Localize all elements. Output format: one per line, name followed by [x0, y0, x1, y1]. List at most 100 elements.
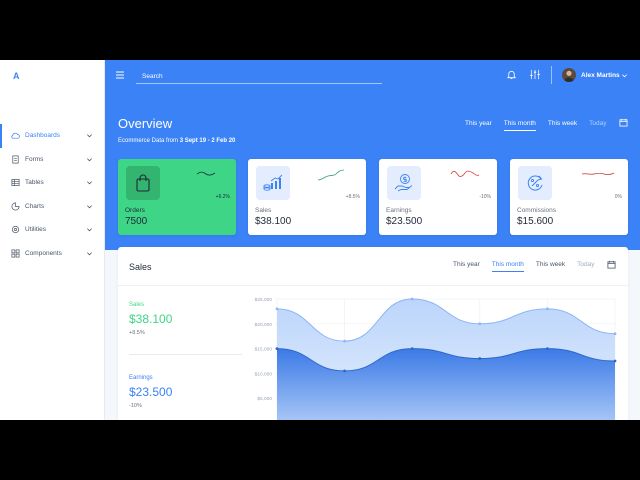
data-point[interactable]	[275, 347, 279, 350]
data-point[interactable]	[478, 357, 482, 360]
chevron-down-icon	[87, 157, 92, 161]
data-point[interactable]	[478, 322, 482, 326]
data-point[interactable]	[410, 297, 414, 301]
panel-period-tabs: This year This month This week Today	[453, 261, 607, 272]
earnings-metric-change: -10%	[129, 403, 142, 409]
tab-this-year[interactable]: This year	[453, 261, 480, 272]
metric-divider	[129, 354, 242, 355]
sidebar-item-utilities[interactable]: Utilities	[0, 218, 105, 242]
sliders-icon[interactable]	[529, 69, 541, 80]
chart-icon	[11, 202, 20, 211]
tab-this-year[interactable]: This year	[465, 120, 492, 131]
stat-label: Sales	[255, 207, 272, 214]
data-point[interactable]	[613, 359, 617, 363]
sidebar-item-tables[interactable]: Tables	[0, 171, 105, 195]
grid-icon	[11, 249, 20, 258]
stat-value: $15.600	[517, 216, 554, 227]
sidebar-item-forms[interactable]: Forms	[0, 148, 105, 172]
app-window: A Dashboards Forms Tables Charts Utiliti…	[0, 60, 640, 420]
y-tick-label: $25,000	[255, 297, 273, 303]
tab-today[interactable]: Today	[589, 120, 606, 131]
sidebar-item-label: Components	[25, 249, 62, 257]
sidebar-item-charts[interactable]: Charts	[0, 195, 105, 219]
period-tabs: This year This month This week Today	[465, 120, 619, 131]
sparkline	[196, 171, 216, 176]
tab-this-week[interactable]: This week	[536, 261, 565, 272]
stat-value: $38.100	[255, 216, 292, 227]
brand-logo[interactable]: A	[13, 71, 20, 81]
sales-panel: Sales This year This month This week Tod…	[118, 247, 628, 420]
stat-value: 7500	[125, 216, 148, 227]
tab-this-month[interactable]: This month	[503, 120, 536, 131]
sparkline	[450, 170, 480, 177]
data-point[interactable]	[410, 347, 414, 350]
chevron-down-icon[interactable]	[621, 72, 628, 79]
stat-change: 0%	[614, 194, 622, 200]
icon-box	[387, 166, 421, 200]
data-point[interactable]	[343, 339, 346, 343]
data-point[interactable]	[546, 307, 549, 311]
user-name[interactable]: Alex Martins	[581, 72, 620, 79]
stat-label: Orders	[125, 207, 145, 214]
sidebar-item-label: Charts	[25, 202, 45, 210]
chevron-down-icon	[87, 228, 92, 232]
bell-icon[interactable]	[506, 69, 517, 80]
calendar-icon[interactable]	[607, 260, 616, 269]
stat-change: -10%	[479, 194, 491, 200]
sidebar: A Dashboards Forms Tables Charts Utiliti…	[0, 60, 105, 420]
sales-metric-value: $38.100	[129, 312, 173, 326]
table-icon	[11, 178, 20, 187]
sidebar-item-components[interactable]: Components	[0, 242, 105, 266]
sidebar-item-label: Tables	[25, 179, 44, 187]
stat-card-sales[interactable]: +8.5% Sales $38.100	[248, 159, 366, 235]
sparkline	[317, 169, 345, 181]
sidebar-item-label: Dashboards	[25, 132, 61, 140]
date-range: 3 Sept 19 - 2 Feb 20	[179, 138, 236, 144]
earnings-metric-value: $23.500	[129, 385, 173, 399]
data-point[interactable]	[343, 369, 346, 373]
tab-this-month[interactable]: This month	[491, 261, 524, 272]
chevron-down-icon	[87, 251, 92, 255]
earnings-metric-label: Earnings	[129, 375, 153, 381]
shopping-bag-icon	[136, 174, 150, 192]
icon-box	[126, 166, 160, 200]
y-tick-label: $5,000	[257, 396, 272, 402]
hamburger-menu-icon[interactable]	[115, 71, 125, 79]
tab-today[interactable]: Today	[577, 261, 594, 272]
calendar-icon[interactable]	[619, 118, 628, 127]
subtitle-prefix: Ecommerce Data from	[118, 138, 179, 144]
sidebar-item-dashboards[interactable]: Dashboards	[0, 124, 105, 148]
page-title: Overview	[118, 116, 173, 131]
stat-card-orders[interactable]: +6.2% Orders 7500	[118, 159, 236, 235]
icon-box	[518, 166, 552, 200]
settings-icon	[11, 225, 20, 234]
page-subtitle: Ecommerce Data from 3 Sept 19 - 2 Feb 20	[118, 138, 235, 144]
document-icon	[11, 155, 20, 164]
avatar[interactable]	[562, 68, 576, 82]
tab-this-week[interactable]: This week	[548, 120, 577, 131]
stat-label: Commissions	[517, 207, 557, 214]
sparkline	[581, 172, 615, 176]
stat-card-earnings[interactable]: -10% Earnings $23.500	[379, 159, 497, 235]
search-input[interactable]	[136, 69, 382, 84]
percent-cycle-icon	[527, 175, 543, 191]
header-divider	[551, 66, 552, 84]
chevron-down-icon	[87, 134, 92, 138]
sidebar-item-label: Forms	[25, 155, 44, 163]
cloud-icon	[11, 131, 20, 140]
data-point[interactable]	[546, 347, 549, 350]
stat-value: $23.500	[386, 216, 423, 227]
y-tick-label: $15,000	[255, 347, 273, 353]
panel-divider	[118, 285, 628, 286]
chevron-down-icon	[87, 181, 92, 185]
chevron-down-icon	[87, 204, 92, 208]
y-tick-label: $20,000	[255, 322, 273, 328]
stat-change: +8.5%	[345, 194, 360, 200]
stat-card-commissions[interactable]: 0% Commissions $15.600	[510, 159, 628, 235]
data-point[interactable]	[275, 307, 279, 311]
data-point[interactable]	[613, 332, 617, 336]
sales-area-chart: $25,000$20,000$15,000$10,000$5,000$0	[255, 297, 617, 420]
stat-change: +6.2%	[215, 194, 230, 200]
sales-metric-label: Sales	[129, 302, 145, 308]
hand-dollar-icon	[394, 174, 413, 192]
